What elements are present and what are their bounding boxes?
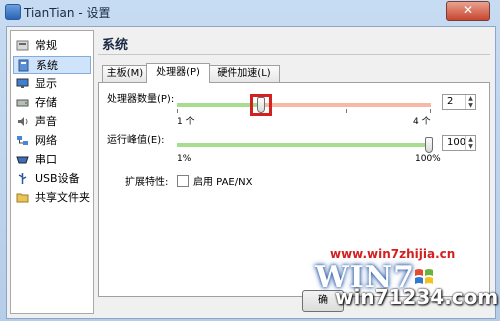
processor-min-label: 1 个 [177, 117, 195, 127]
extended-features-label: 扩展特性: [125, 177, 169, 188]
slider-tick [177, 109, 178, 113]
system-icon [18, 59, 29, 72]
sidebar-item-label: 共享文件夹 [35, 191, 90, 204]
sidebar-item-label: 网络 [35, 134, 57, 147]
sidebar-item-shared-folders[interactable]: 共享文件夹 [13, 189, 91, 207]
execution-cap-min-label: 1% [177, 154, 192, 164]
page-title: 系统 [102, 38, 129, 53]
tab-acceleration[interactable]: 硬件加速(L) [208, 65, 280, 82]
slider-tick [430, 109, 431, 113]
slider-red-range [261, 103, 431, 107]
sidebar-item-label: 常规 [35, 39, 57, 52]
serial-port-icon [16, 156, 29, 164]
sidebar-item-label: 系统 [36, 59, 58, 72]
processor-count-slider-track[interactable] [177, 103, 431, 107]
pae-nx-label: 启用 PAE/NX [193, 177, 253, 188]
sidebar-item-label: 存储 [35, 96, 57, 109]
execution-cap-slider-thumb[interactable] [425, 137, 433, 153]
tab-processor[interactable]: 处理器(P) [146, 63, 210, 83]
network-icon [17, 136, 28, 145]
title-bar: TianTian - 设置 ✕ [0, 0, 500, 22]
sidebar-item-audio[interactable]: 声音 [13, 113, 91, 131]
processor-count-spinbox[interactable]: 2 ▲ ▼ [442, 94, 476, 110]
close-button[interactable]: ✕ [446, 1, 490, 21]
slider-green-range [177, 103, 261, 107]
watermark-url: www.win7zhijia.cn [330, 247, 456, 261]
pae-nx-checkbox[interactable] [177, 175, 189, 187]
spin-arrows-icon[interactable]: ▲ ▼ [465, 95, 475, 109]
sidebar-item-general[interactable]: 常规 [13, 37, 91, 55]
slider-green-range [177, 143, 431, 147]
sidebar-item-label: USB设备 [35, 172, 80, 185]
execution-cap-value: 100 [447, 137, 467, 148]
processor-count-value: 2 [447, 96, 454, 107]
sidebar-item-system[interactable]: 系统 [13, 56, 91, 74]
slider-tick [346, 109, 347, 113]
shared-folder-icon [16, 193, 29, 203]
tab-motherboard[interactable]: 主板(M) [102, 65, 148, 82]
sidebar-item-serial-port[interactable]: 串口 [13, 151, 91, 169]
audio-icon [18, 117, 28, 126]
sidebar-item-storage[interactable]: 存储 [13, 94, 91, 112]
sidebar-item-label: 串口 [35, 153, 57, 166]
settings-window: TianTian - 设置 ✕ 常规 系统 显示 存储 声音 网络 串口 USB… [0, 0, 500, 321]
sidebar-item-label: 声音 [35, 115, 57, 128]
sidebar-item-display[interactable]: 显示 [13, 75, 91, 93]
highlight-box [250, 94, 272, 116]
processor-count-label: 处理器数量(P): [107, 94, 175, 105]
watermark-site: win71234.com [335, 285, 499, 309]
display-icon [16, 78, 29, 88]
execution-cap-slider-track[interactable] [177, 143, 431, 147]
execution-cap-label: 运行峰值(E): [107, 135, 165, 146]
window-title: TianTian - 设置 [24, 6, 111, 20]
storage-icon [16, 99, 29, 107]
tab-strip: 主板(M) 处理器(P) 硬件加速(L) [98, 63, 490, 83]
general-icon [16, 40, 29, 51]
app-icon [5, 4, 21, 20]
sidebar-item-usb[interactable]: USB设备 [13, 170, 91, 188]
processor-max-label: 4 个 [413, 117, 431, 127]
usb-icon [18, 173, 27, 184]
spin-arrows-icon[interactable]: ▲ ▼ [465, 136, 475, 150]
execution-cap-max-label: 100% [415, 154, 441, 164]
title-divider [98, 54, 490, 55]
sidebar-item-network[interactable]: 网络 [13, 132, 91, 150]
execution-cap-spinbox[interactable]: 100 ▲ ▼ [442, 135, 476, 151]
sidebar-item-label: 显示 [35, 77, 57, 90]
settings-sidebar: 常规 系统 显示 存储 声音 网络 串口 USB设备 共享文件夹 [10, 30, 94, 314]
